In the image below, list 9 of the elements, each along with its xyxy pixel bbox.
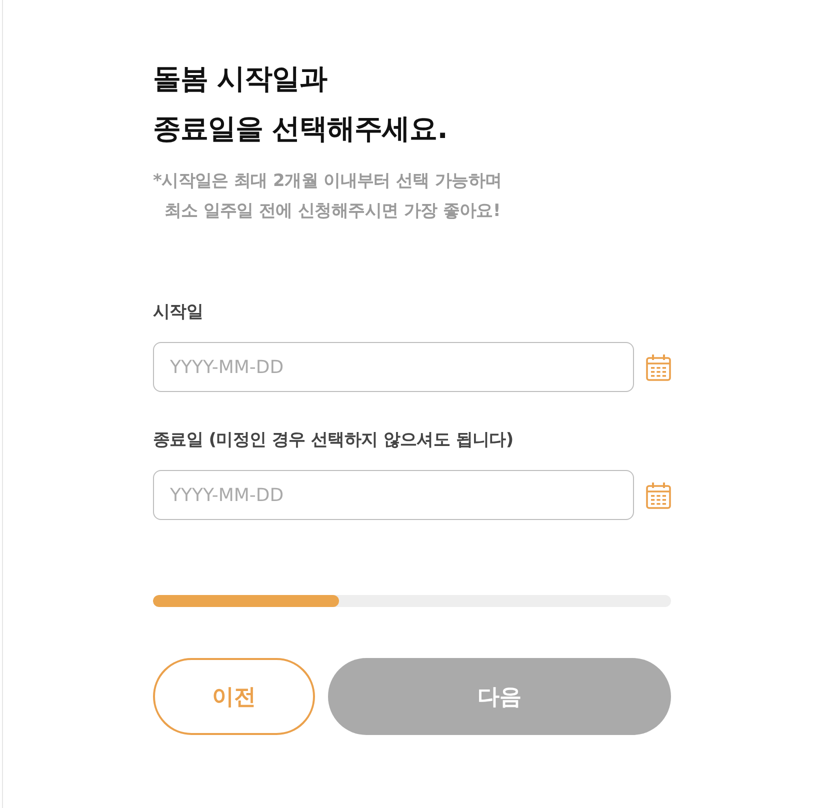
page-title: 돌봄 시작일과 종료일을 선택해주세요. <box>153 61 448 147</box>
notice-text: *시작일은 최대 2개월 이내부터 선택 가능하며 최소 일주일 전에 신청해주시면 가장 좋아요! <box>153 170 503 223</box>
date-input-field[interactable]: YYYY-MM-DD <box>153 470 634 520</box>
back-button[interactable]: 이전 <box>153 658 315 735</box>
field-label: 종료일 (미정인 경우 선택하지 않으셔도 됩니다) <box>153 429 514 452</box>
calendar-icon[interactable] <box>646 482 671 508</box>
field-label: 시작일 <box>153 301 204 324</box>
calendar-icon[interactable] <box>646 354 671 380</box>
date-input-field[interactable]: YYYY-MM-DD <box>153 342 634 392</box>
